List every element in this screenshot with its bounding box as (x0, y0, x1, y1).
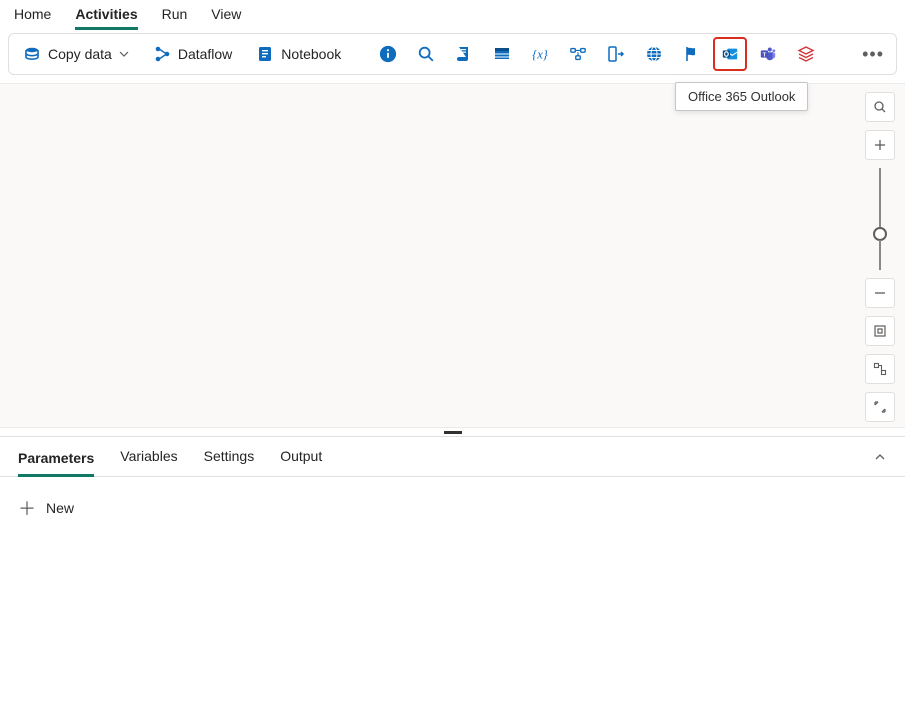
variable-button[interactable]: {x} (525, 39, 555, 69)
zoom-slider-knob[interactable] (873, 227, 887, 241)
lookup-icon (607, 45, 625, 63)
tab-output[interactable]: Output (280, 448, 322, 466)
panel-body: ＋ New (0, 477, 905, 539)
flag-icon (683, 45, 701, 63)
dataflow-icon (153, 45, 171, 63)
web-button[interactable] (639, 39, 669, 69)
pipeline-button[interactable] (563, 39, 593, 69)
layers-icon (797, 45, 815, 63)
canvas-search-button[interactable] (865, 92, 895, 122)
panel-tabs: Parameters Variables Settings Output (0, 437, 905, 477)
zoom-out-button[interactable] (865, 278, 895, 308)
canvas-controls (865, 92, 895, 422)
flag-button[interactable] (677, 39, 707, 69)
svg-text:{x}: {x} (532, 48, 548, 62)
design-canvas[interactable] (0, 83, 905, 428)
notebook-button[interactable]: Notebook (248, 40, 349, 68)
layers-button[interactable] (791, 39, 821, 69)
splitter-handle-icon (444, 431, 462, 434)
chevron-down-icon (119, 49, 129, 59)
dataflow-button[interactable]: Dataflow (145, 40, 240, 68)
more-button[interactable]: ••• (856, 38, 890, 71)
variable-icon: {x} (531, 45, 549, 63)
dataflow-label: Dataflow (178, 46, 232, 62)
copy-data-icon (23, 45, 41, 63)
outlook-tooltip: Office 365 Outlook (675, 82, 808, 111)
new-parameter-button[interactable]: ＋ New (18, 495, 74, 521)
fullscreen-button[interactable] (865, 392, 895, 422)
new-label: New (46, 500, 74, 516)
tab-parameters[interactable]: Parameters (18, 447, 94, 477)
copy-data-label: Copy data (48, 46, 112, 62)
menu-bar: Home Activities Run View (0, 0, 905, 30)
search-icon (417, 45, 435, 63)
pipeline-icon (569, 45, 587, 63)
zoom-fit-button[interactable] (865, 316, 895, 346)
notebook-icon (256, 45, 274, 63)
tab-variables[interactable]: Variables (120, 448, 177, 466)
zoom-slider-track-bottom (879, 240, 881, 270)
script-icon (455, 45, 473, 63)
zoom-slider-track-top (879, 168, 881, 228)
script-button[interactable] (449, 39, 479, 69)
menu-view[interactable]: View (211, 6, 241, 30)
menu-home[interactable]: Home (14, 6, 51, 30)
teams-icon: T (759, 45, 777, 63)
web-icon (645, 45, 663, 63)
lookup-button[interactable] (601, 39, 631, 69)
panel-collapse-button[interactable] (873, 450, 887, 464)
copy-data-button[interactable]: Copy data (15, 40, 137, 68)
more-icon: ••• (862, 44, 884, 65)
activities-toolbar: Copy data Dataflow Notebook (8, 33, 897, 75)
plus-icon: ＋ (18, 495, 36, 521)
search-activity-button[interactable] (411, 39, 441, 69)
outlook-icon (721, 45, 739, 63)
zoom-slider[interactable] (873, 168, 887, 270)
notebook-label: Notebook (281, 46, 341, 62)
info-icon (379, 45, 397, 63)
auto-align-button[interactable] (865, 354, 895, 384)
tab-settings[interactable]: Settings (204, 448, 255, 466)
properties-panel: Parameters Variables Settings Output ＋ N… (0, 436, 905, 539)
teams-button[interactable]: T (753, 39, 783, 69)
svg-text:T: T (763, 52, 767, 58)
table-button[interactable] (487, 39, 517, 69)
panel-splitter[interactable] (0, 428, 905, 436)
menu-activities[interactable]: Activities (75, 6, 137, 30)
menu-run[interactable]: Run (162, 6, 188, 30)
table-icon (493, 45, 511, 63)
outlook-button[interactable] (715, 39, 745, 69)
zoom-in-button[interactable] (865, 130, 895, 160)
info-button[interactable] (373, 39, 403, 69)
